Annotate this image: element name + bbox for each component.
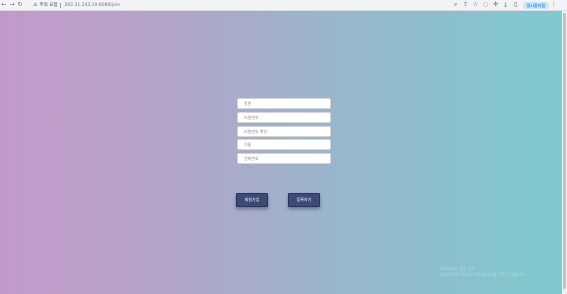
- signup-button[interactable]: 회원가입: [236, 193, 268, 207]
- share-icon[interactable]: ⇪: [461, 0, 471, 10]
- address-separator: [60, 2, 62, 8]
- extensions-icon[interactable]: ✣: [491, 0, 501, 10]
- chat-icon[interactable]: ◌: [481, 0, 491, 10]
- address-bar[interactable]: ⚠ 주의 요함 202.31.243.19:8080/join: [33, 1, 120, 9]
- reload-icon[interactable]: ↻: [16, 0, 24, 10]
- bookmark-star-icon[interactable]: ☆: [471, 0, 481, 10]
- scrollbar-thumb[interactable]: [563, 13, 566, 289]
- warning-icon: ⚠: [33, 2, 38, 8]
- browser-toolbar: ← → ↻ ⚠ 주의 요함 202.31.243.19:8080/join ⌕ …: [0, 0, 567, 11]
- menu-icon[interactable]: ⋮: [549, 0, 559, 10]
- address-url: 202.31.243.19:8080/join: [64, 2, 120, 8]
- register-button[interactable]: 등록하기: [288, 193, 320, 207]
- toolbar-actions: ⌕ ⇪ ☆ ◌ ✣ ⤓ ▯ 일시중지됨 ⋮: [451, 0, 559, 10]
- watermark-text: [설정]으로 이동하여 Windows를 정품 인증합니다.: [440, 272, 527, 277]
- download-icon[interactable]: ⤓: [501, 0, 511, 10]
- profile-button[interactable]: 일시중지됨: [522, 1, 549, 9]
- zoom-icon[interactable]: ⌕: [451, 0, 461, 10]
- password-input[interactable]: [237, 112, 331, 123]
- windows-activation-watermark: Windows 정품 인증 [설정]으로 이동하여 Windows를 정품 인증…: [440, 266, 526, 278]
- scrollbar[interactable]: [562, 11, 567, 294]
- back-icon[interactable]: ←: [0, 0, 8, 10]
- name-input[interactable]: [237, 139, 331, 150]
- security-label: 주의 요함: [39, 3, 58, 8]
- password-confirm-input[interactable]: [237, 126, 331, 137]
- student-id-input[interactable]: [237, 98, 331, 109]
- forward-icon[interactable]: →: [8, 0, 16, 10]
- phone-input[interactable]: [237, 153, 331, 164]
- sidebar-icon[interactable]: ▯: [511, 0, 521, 10]
